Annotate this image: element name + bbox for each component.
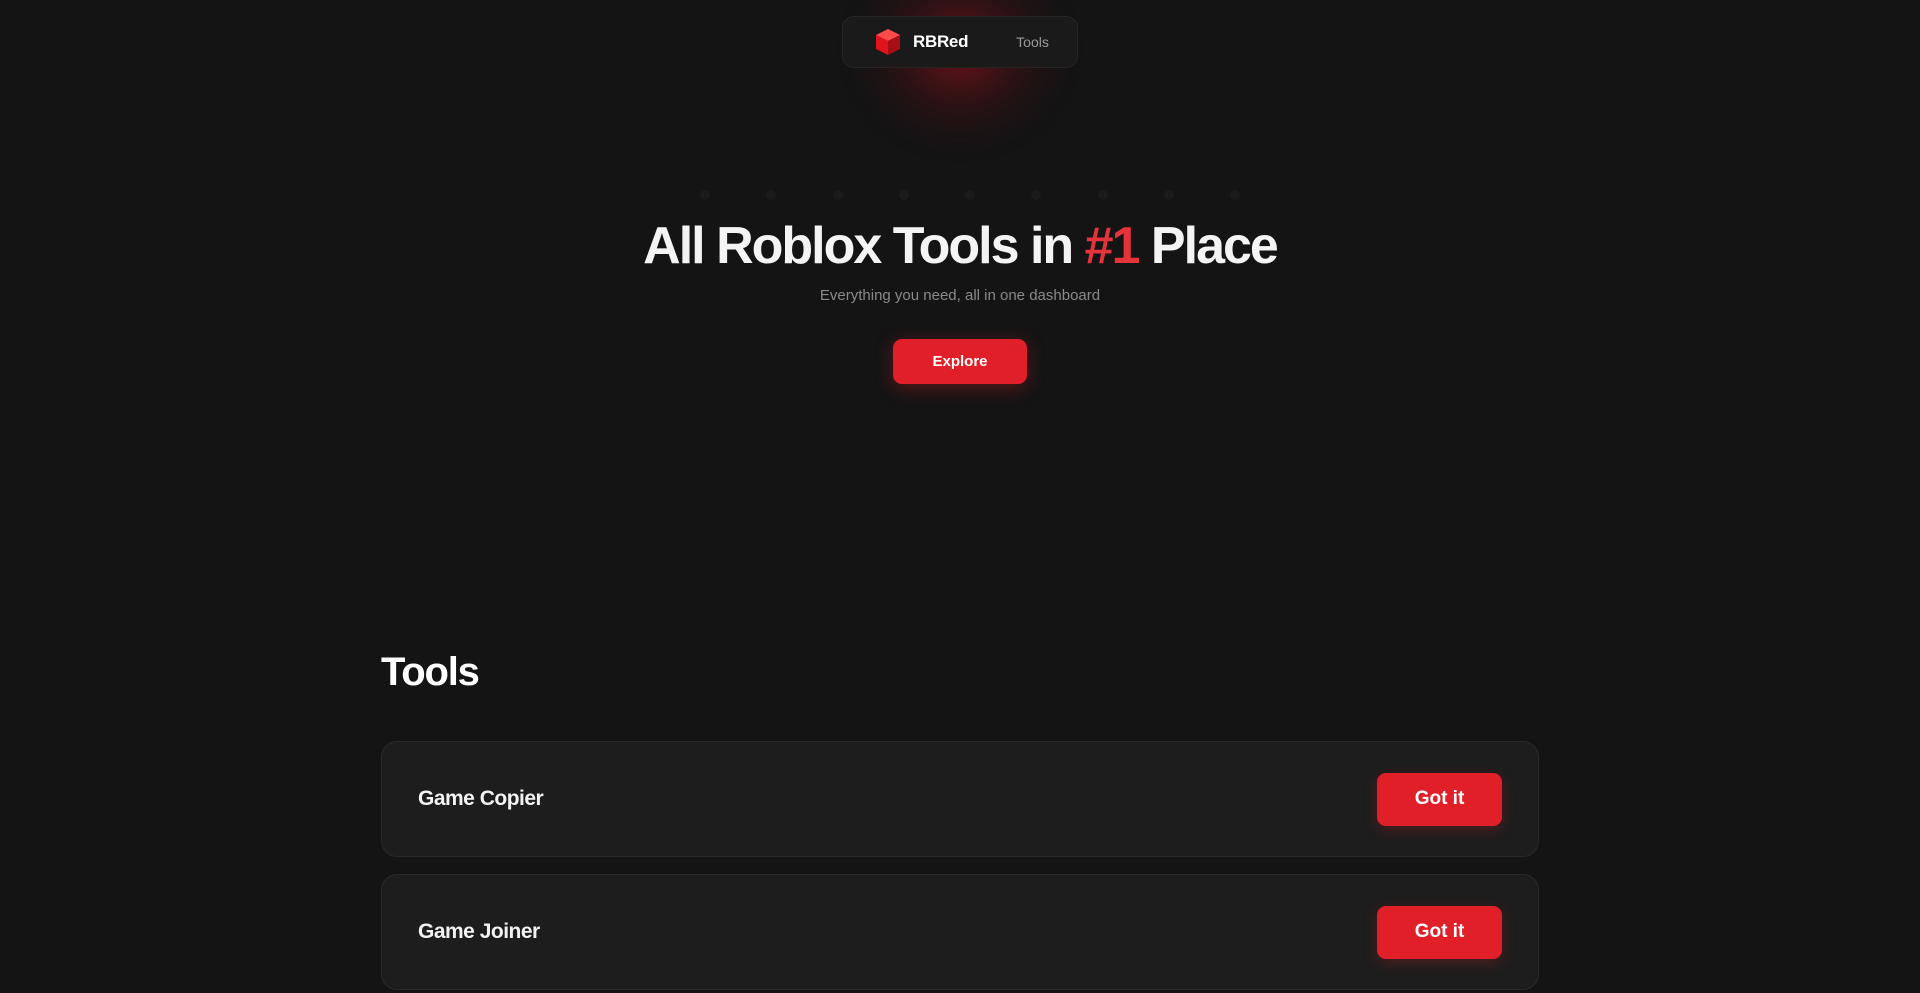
- explore-button[interactable]: Explore: [893, 339, 1027, 384]
- hero-title-end: Place: [1138, 217, 1279, 275]
- brand-link[interactable]: RBRed: [875, 28, 968, 56]
- got-it-button[interactable]: Got it: [1377, 772, 1502, 826]
- tool-card-game-joiner: Game Joiner Got it: [381, 874, 1539, 990]
- hero-title: All Roblox Tools in #1 Place: [0, 214, 1920, 278]
- tool-card-game-copier: Game Copier Got it: [381, 741, 1539, 857]
- tool-name: Game Joiner: [418, 920, 540, 943]
- decorative-dot-row: [700, 190, 1240, 202]
- hero-title-accent: #1: [1084, 217, 1141, 275]
- brand-name: RBRed: [913, 32, 969, 51]
- nav-link-tools[interactable]: Tools: [1016, 34, 1049, 50]
- tools-heading: Tools: [381, 650, 480, 694]
- hero-title-start: All Roblox Tools in: [643, 217, 1085, 275]
- got-it-button[interactable]: Got it: [1377, 905, 1502, 959]
- navbar: RBRed Tools: [842, 16, 1078, 68]
- hero-subtitle: Everything you need, all in one dashboar…: [819, 287, 1101, 304]
- page: RBRed Tools All Roblox Tools in #1 Place…: [0, 0, 1920, 993]
- tool-name: Game Copier: [418, 787, 544, 810]
- red-cube-icon: [876, 29, 900, 55]
